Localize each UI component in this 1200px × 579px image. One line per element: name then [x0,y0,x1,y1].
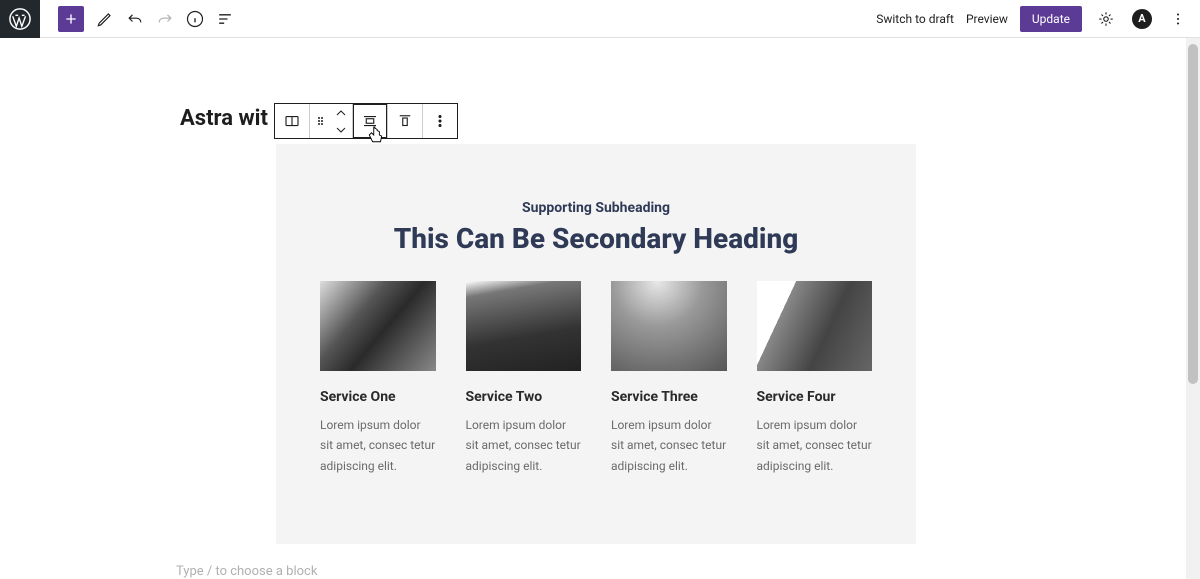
info-button[interactable] [180,0,210,38]
service-image[interactable] [757,281,873,371]
service-column[interactable]: Service Three Lorem ipsum dolor sit amet… [611,281,727,476]
astra-button[interactable]: A [1130,7,1154,31]
chevron-down-icon [336,127,346,133]
service-description[interactable]: Lorem ipsum dolor sit amet, consec tetur… [757,415,873,476]
astra-circle-icon: A [1132,9,1152,29]
type-block-placeholder[interactable]: Type / to choose a block [176,564,317,579]
alignment-button[interactable] [353,104,387,138]
block-type-button[interactable] [275,104,309,138]
service-title[interactable]: Service Four [757,389,873,405]
list-view-button[interactable] [210,0,240,38]
chevron-up-icon [336,110,346,116]
undo-button[interactable] [120,0,150,38]
service-description[interactable]: Lorem ipsum dolor sit amet, consec tetur… [466,415,582,476]
section-block[interactable]: Supporting Subheading This Can Be Second… [276,144,916,544]
service-description[interactable]: Lorem ipsum dolor sit amet, consec tetur… [611,415,727,476]
pencil-icon [95,9,115,29]
drag-handle[interactable] [310,104,330,138]
service-image[interactable] [320,281,436,371]
kebab-icon [431,112,449,130]
main-heading[interactable]: This Can Be Secondary Heading [320,224,872,255]
switch-to-draft-link[interactable]: Switch to draft [876,12,954,26]
editor-topbar: Switch to draft Preview Update A [0,0,1200,38]
list-icon [215,9,235,29]
service-column[interactable]: Service Two Lorem ipsum dolor sit amet, … [466,281,582,476]
block-toolbar [274,103,458,139]
info-icon [185,9,205,29]
service-column[interactable]: Service One Lorem ipsum dolor sit amet, … [320,281,436,476]
undo-icon [125,9,145,29]
service-column[interactable]: Service Four Lorem ipsum dolor sit amet,… [757,281,873,476]
drag-icon [311,117,329,125]
preview-link[interactable]: Preview [966,12,1008,26]
service-description[interactable]: Lorem ipsum dolor sit amet, consec tetur… [320,415,436,476]
more-options-button[interactable] [1166,7,1190,31]
settings-button[interactable] [1094,7,1118,31]
service-title[interactable]: Service Three [611,389,727,405]
service-title[interactable]: Service Two [466,389,582,405]
topbar-right: Switch to draft Preview Update A [876,6,1190,32]
service-image[interactable] [466,281,582,371]
move-down-button[interactable] [330,121,352,138]
gear-icon [1097,10,1115,28]
move-up-button[interactable] [330,104,352,121]
add-block-button[interactable] [58,6,84,32]
topbar-left [0,0,240,37]
kebab-icon [1169,10,1187,28]
services-row: Service One Lorem ipsum dolor sit amet, … [320,281,872,476]
plus-icon [63,11,79,27]
columns-icon [283,112,301,130]
redo-button[interactable] [150,0,180,38]
update-button[interactable]: Update [1020,6,1082,32]
block-more-button[interactable] [423,104,457,138]
wordpress-logo[interactable] [0,0,40,38]
vertical-align-button[interactable] [388,104,422,138]
scrollbar-thumb[interactable] [1188,44,1198,384]
edit-tool-button[interactable] [90,0,120,38]
cursor-icon [367,126,385,144]
editor-canvas: Astra wit [0,38,1200,579]
redo-icon [155,9,175,29]
wordpress-icon [9,8,31,30]
subheading[interactable]: Supporting Subheading [320,200,872,216]
valign-top-icon [396,112,414,130]
service-title[interactable]: Service One [320,389,436,405]
service-image[interactable] [611,281,727,371]
scrollbar[interactable] [1186,38,1200,579]
page-title[interactable]: Astra wit [180,106,268,131]
